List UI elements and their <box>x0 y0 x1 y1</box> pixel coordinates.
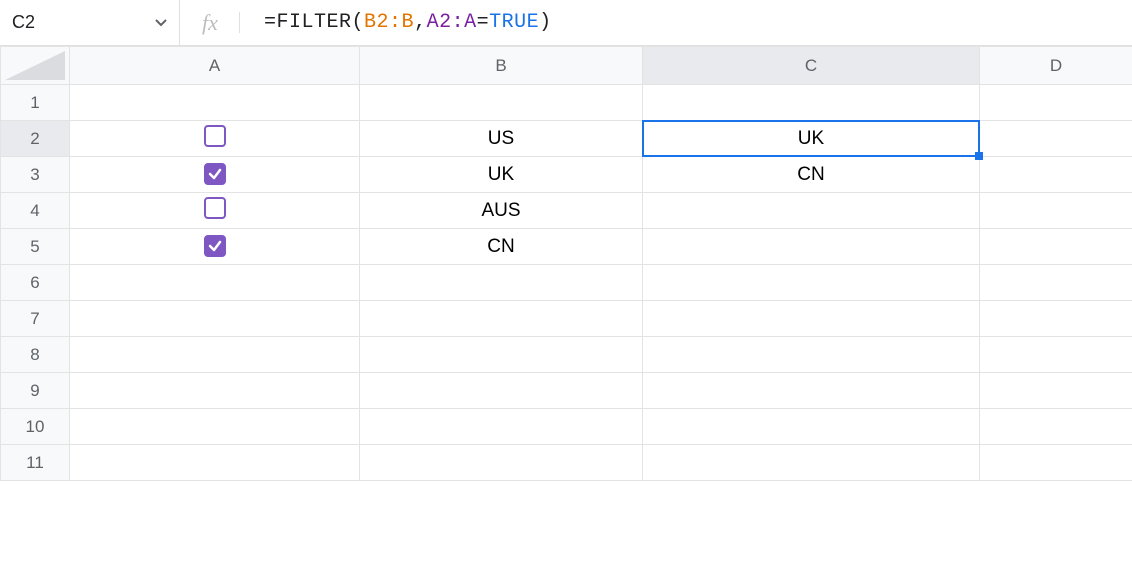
formula-close-paren: ) <box>539 11 552 34</box>
cell-B5[interactable]: CN <box>360 229 643 265</box>
table-row: 11 <box>1 445 1132 481</box>
row-header-4[interactable]: 4 <box>1 193 70 229</box>
formula-fn: FILTER <box>277 11 352 34</box>
formula-open-paren: ( <box>352 11 365 34</box>
cell-D1[interactable] <box>980 85 1132 121</box>
table-row: 1 <box>1 85 1132 121</box>
formula-eq2: = <box>477 11 490 34</box>
cell-A4[interactable] <box>70 193 360 229</box>
checkbox-checked-icon[interactable] <box>204 163 226 185</box>
cell-C2[interactable]: UK <box>643 121 980 157</box>
cell-C11[interactable] <box>643 445 980 481</box>
table-row: 2 USUK <box>1 121 1132 157</box>
table-row: 3 UKCN <box>1 157 1132 193</box>
cell-D4[interactable] <box>980 193 1132 229</box>
col-header-C[interactable]: C <box>643 47 980 85</box>
row-header-3[interactable]: 3 <box>1 157 70 193</box>
row-header-8[interactable]: 8 <box>1 337 70 373</box>
cell-B10[interactable] <box>360 409 643 445</box>
formula-comma: , <box>414 11 427 34</box>
row-header-6[interactable]: 6 <box>1 265 70 301</box>
fx-icon: fx <box>180 0 240 45</box>
cell-D3[interactable] <box>980 157 1132 193</box>
cell-B1[interactable] <box>360 85 643 121</box>
cell-B8[interactable] <box>360 337 643 373</box>
cell-B6[interactable] <box>360 265 643 301</box>
formula-range2: A2:A <box>427 11 477 34</box>
active-cell-outline <box>642 120 980 157</box>
cell-C4[interactable] <box>643 193 980 229</box>
table-row: 7 <box>1 301 1132 337</box>
row-header-5[interactable]: 5 <box>1 229 70 265</box>
cell-B11[interactable] <box>360 445 643 481</box>
cell-D10[interactable] <box>980 409 1132 445</box>
cell-A6[interactable] <box>70 265 360 301</box>
formula-bar: C2 fx =FILTER(B2:B,A2:A=TRUE) <box>0 0 1132 46</box>
cell-A7[interactable] <box>70 301 360 337</box>
cell-C1[interactable] <box>643 85 980 121</box>
cell-C5[interactable] <box>643 229 980 265</box>
cell-D2[interactable] <box>980 121 1132 157</box>
cell-A9[interactable] <box>70 373 360 409</box>
col-header-B[interactable]: B <box>360 47 643 85</box>
name-box[interactable]: C2 <box>0 0 180 45</box>
chevron-down-icon[interactable] <box>155 19 167 27</box>
checkbox-checked-icon[interactable] <box>204 235 226 257</box>
formula-eq: = <box>264 11 277 34</box>
cell-D11[interactable] <box>980 445 1132 481</box>
cell-A11[interactable] <box>70 445 360 481</box>
cell-C10[interactable] <box>643 409 980 445</box>
spreadsheet-grid[interactable]: A B C D 12USUK3UKCN4AUS5CN67891011 <box>0 46 1132 481</box>
checkbox-unchecked-icon[interactable] <box>204 125 226 147</box>
cell-B3[interactable]: UK <box>360 157 643 193</box>
cell-A3[interactable] <box>70 157 360 193</box>
cell-B9[interactable] <box>360 373 643 409</box>
cell-B7[interactable] <box>360 301 643 337</box>
formula-bool: TRUE <box>489 11 539 34</box>
cell-A2[interactable] <box>70 121 360 157</box>
formula-input[interactable]: =FILTER(B2:B,A2:A=TRUE) <box>240 0 1132 45</box>
cell-C3[interactable]: CN <box>643 157 980 193</box>
column-header-row: A B C D <box>1 47 1132 85</box>
cell-A8[interactable] <box>70 337 360 373</box>
row-header-11[interactable]: 11 <box>1 445 70 481</box>
cell-A1[interactable] <box>70 85 360 121</box>
cell-B2[interactable]: US <box>360 121 643 157</box>
checkbox-unchecked-icon[interactable] <box>204 197 226 219</box>
row-header-1[interactable]: 1 <box>1 85 70 121</box>
row-header-2[interactable]: 2 <box>1 121 70 157</box>
cell-C9[interactable] <box>643 373 980 409</box>
table-row: 6 <box>1 265 1132 301</box>
table-row: 10 <box>1 409 1132 445</box>
cell-D5[interactable] <box>980 229 1132 265</box>
table-row: 8 <box>1 337 1132 373</box>
cell-A5[interactable] <box>70 229 360 265</box>
row-header-7[interactable]: 7 <box>1 301 70 337</box>
table-row: 9 <box>1 373 1132 409</box>
cell-C8[interactable] <box>643 337 980 373</box>
cell-D9[interactable] <box>980 373 1132 409</box>
select-all-corner[interactable] <box>1 47 70 85</box>
row-header-9[interactable]: 9 <box>1 373 70 409</box>
cell-B4[interactable]: AUS <box>360 193 643 229</box>
formula-range1: B2:B <box>364 11 414 34</box>
cell-C6[interactable] <box>643 265 980 301</box>
cell-C7[interactable] <box>643 301 980 337</box>
cell-D6[interactable] <box>980 265 1132 301</box>
name-box-text: C2 <box>12 12 35 33</box>
cell-D7[interactable] <box>980 301 1132 337</box>
cell-A10[interactable] <box>70 409 360 445</box>
table-row: 5 CN <box>1 229 1132 265</box>
col-header-A[interactable]: A <box>70 47 360 85</box>
row-header-10[interactable]: 10 <box>1 409 70 445</box>
table-row: 4 AUS <box>1 193 1132 229</box>
col-header-D[interactable]: D <box>980 47 1132 85</box>
cell-D8[interactable] <box>980 337 1132 373</box>
